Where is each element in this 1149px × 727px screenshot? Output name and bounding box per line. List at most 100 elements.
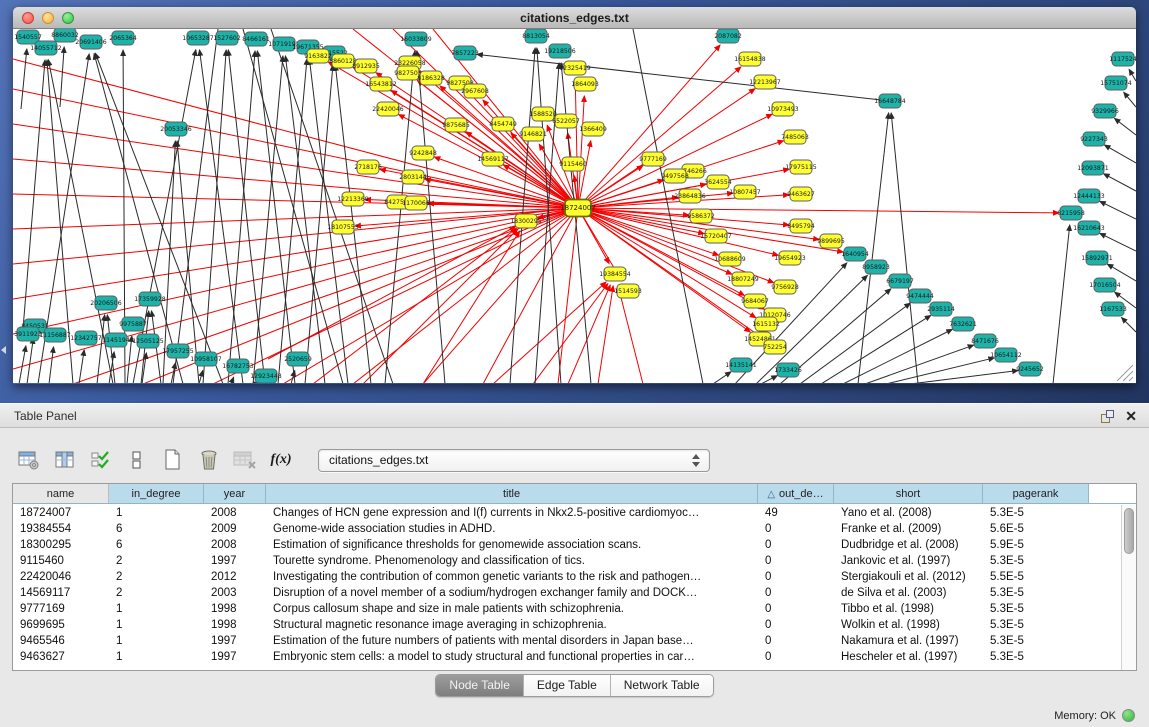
column-header-title[interactable]: title bbox=[266, 484, 758, 503]
column-header-name[interactable]: name bbox=[13, 484, 109, 503]
graph-node[interactable]: 6522057 bbox=[552, 114, 580, 128]
table-cell[interactable]: 0 bbox=[758, 553, 834, 569]
table-cell[interactable]: Hescheler et al. (1997) bbox=[834, 649, 983, 665]
graph-node[interactable]: 1864093 bbox=[571, 77, 599, 91]
table-cell[interactable]: 0 bbox=[758, 521, 834, 537]
graph-node[interactable]: 6679197 bbox=[886, 274, 914, 288]
graph-node[interactable]: 22420046 bbox=[372, 102, 404, 116]
graph-node[interactable]: 12213369 bbox=[337, 192, 369, 206]
graph-node[interactable]: 16648784 bbox=[874, 94, 906, 108]
table-row[interactable]: 1938455462009Genome-wide association stu… bbox=[13, 521, 1120, 537]
graph-edge-black[interactable] bbox=[173, 29, 218, 383]
graph-node[interactable]: 752254 bbox=[763, 340, 787, 354]
table-cell[interactable]: Tibbo et al. (1998) bbox=[834, 601, 983, 617]
table-cell[interactable]: 0 bbox=[758, 585, 834, 601]
graph-edge-red[interactable] bbox=[618, 286, 643, 383]
graph-node[interactable]: 10654112 bbox=[990, 348, 1022, 362]
network-window-titlebar[interactable]: citations_edges.txt bbox=[13, 7, 1136, 29]
table-cell[interactable]: 2008 bbox=[204, 505, 266, 521]
graph-node[interactable]: 15751074 bbox=[1100, 76, 1132, 90]
minimize-window-button[interactable] bbox=[42, 12, 54, 24]
graph-node[interactable]: 2935114 bbox=[927, 302, 955, 316]
graph-edge-black[interactable] bbox=[49, 347, 54, 383]
delete-table-icon[interactable] bbox=[232, 447, 258, 473]
table-cell[interactable]: 5.9E-5 bbox=[983, 537, 1089, 553]
table-cell[interactable]: 2009 bbox=[204, 521, 266, 537]
table-cell[interactable]: 5.5E-5 bbox=[983, 569, 1089, 585]
graph-node[interactable]: 18300295 bbox=[510, 214, 542, 228]
graph-edge-black[interactable] bbox=[19, 346, 26, 383]
graph-edge-red[interactable] bbox=[598, 286, 613, 383]
table-cell[interactable]: Disruption of a novel member of a sodium… bbox=[266, 585, 758, 601]
graph-node[interactable]: 10807457 bbox=[729, 185, 761, 199]
graph-edge-black[interactable] bbox=[1114, 118, 1136, 135]
table-cell[interactable]: 1 bbox=[109, 649, 204, 665]
table-cell[interactable]: 1998 bbox=[204, 601, 266, 617]
table-cell[interactable]: Jankovic et al. (1997) bbox=[834, 553, 983, 569]
graph-edge-red[interactable] bbox=[558, 208, 578, 383]
function-builder-icon[interactable]: f(x) bbox=[268, 447, 294, 473]
table-cell[interactable]: 1997 bbox=[204, 649, 266, 665]
graph-node[interactable]: 9474444 bbox=[906, 289, 934, 303]
table-cell[interactable]: Franke et al. (2009) bbox=[834, 521, 983, 537]
table-cell[interactable]: Estimation of significance thresholds fo… bbox=[266, 537, 758, 553]
table-cell[interactable]: 9777169 bbox=[13, 601, 109, 617]
graph-node[interactable]: 16543812 bbox=[365, 77, 397, 91]
graph-edge-black[interactable] bbox=[1100, 201, 1136, 219]
graph-node[interactable]: 9146821 bbox=[519, 127, 547, 141]
graph-node[interactable]: 16154838 bbox=[734, 52, 766, 66]
table-cell[interactable]: 9115460 bbox=[13, 553, 109, 569]
graph-node[interactable]: 12342757 bbox=[70, 331, 102, 345]
table-options-icon[interactable] bbox=[16, 447, 42, 473]
table-cell[interactable]: Tourette syndrome. Phenomenology and cla… bbox=[266, 553, 758, 569]
memory-ok-indicator-icon[interactable] bbox=[1122, 709, 1135, 722]
graph-node[interactable]: 9115460 bbox=[559, 157, 587, 171]
graph-edge-black[interactable] bbox=[1100, 233, 1136, 251]
graph-node[interactable]: 20691406 bbox=[75, 35, 107, 49]
graph-edge-red[interactable] bbox=[423, 231, 520, 383]
graph-node[interactable]: 19384554 bbox=[599, 267, 631, 281]
graph-node[interactable]: 16210643 bbox=[1073, 221, 1105, 235]
graph-node[interactable]: 17016504 bbox=[1089, 278, 1121, 292]
graph-node[interactable]: 12213967 bbox=[749, 75, 781, 89]
table-cell[interactable]: 19384554 bbox=[13, 521, 109, 537]
graph-node[interactable]: 1145194 bbox=[102, 333, 130, 347]
table-cell[interactable]: 5.3E-5 bbox=[983, 633, 1089, 649]
graph-node[interactable]: 18807249 bbox=[727, 272, 759, 286]
graph-edge-black[interactable] bbox=[1053, 225, 1070, 383]
new-column-icon[interactable] bbox=[160, 447, 186, 473]
graph-node[interactable]: 10653287 bbox=[182, 31, 214, 45]
graph-node[interactable]: 1615132 bbox=[752, 317, 780, 331]
graph-node[interactable]: 1117524 bbox=[1109, 52, 1136, 66]
graph-edge-red[interactable] bbox=[363, 229, 518, 383]
table-cell[interactable]: 0 bbox=[758, 569, 834, 585]
row-height-icon[interactable] bbox=[124, 447, 150, 473]
graph-node[interactable]: 9684067 bbox=[741, 294, 769, 308]
table-cell[interactable]: 0 bbox=[758, 537, 834, 553]
graph-node[interactable]: 9497568 bbox=[661, 169, 689, 183]
graph-edge-black[interactable] bbox=[60, 47, 64, 107]
graph-edge-black[interactable] bbox=[800, 303, 910, 383]
table-cell[interactable]: 18724007 bbox=[13, 505, 109, 521]
table-cell[interactable]: 2 bbox=[109, 569, 204, 585]
table-cell[interactable]: 2 bbox=[109, 585, 204, 601]
select-rows-icon[interactable] bbox=[88, 447, 114, 473]
graph-node[interactable]: 2087082 bbox=[714, 29, 742, 43]
table-cell[interactable]: Genome-wide association studies in ADHD. bbox=[266, 521, 758, 537]
table-cell[interactable]: 5.3E-5 bbox=[983, 553, 1089, 569]
graph-node[interactable]: 1366409 bbox=[579, 122, 607, 136]
graph-node[interactable]: 12325419 bbox=[559, 61, 591, 75]
float-panel-icon[interactable] bbox=[1100, 409, 1115, 424]
graph-node[interactable]: 12444133 bbox=[1073, 189, 1105, 203]
table-row[interactable]: 946554611997Estimation of the future num… bbox=[13, 633, 1120, 649]
graph-node[interactable]: 8495794 bbox=[787, 219, 815, 233]
graph-edge-black[interactable] bbox=[228, 50, 265, 383]
column-header-short[interactable]: short bbox=[834, 484, 983, 503]
vertical-scrollbar[interactable] bbox=[1121, 505, 1136, 670]
graph-edge-black[interactable] bbox=[633, 29, 703, 383]
graph-edge-black[interactable] bbox=[910, 370, 1018, 383]
table-cell[interactable]: 1 bbox=[109, 617, 204, 633]
graph-node[interactable]: 9875685 bbox=[442, 118, 470, 132]
tab-edge-table[interactable]: Edge Table bbox=[524, 675, 611, 696]
graph-node[interactable]: 19218506 bbox=[544, 44, 576, 58]
